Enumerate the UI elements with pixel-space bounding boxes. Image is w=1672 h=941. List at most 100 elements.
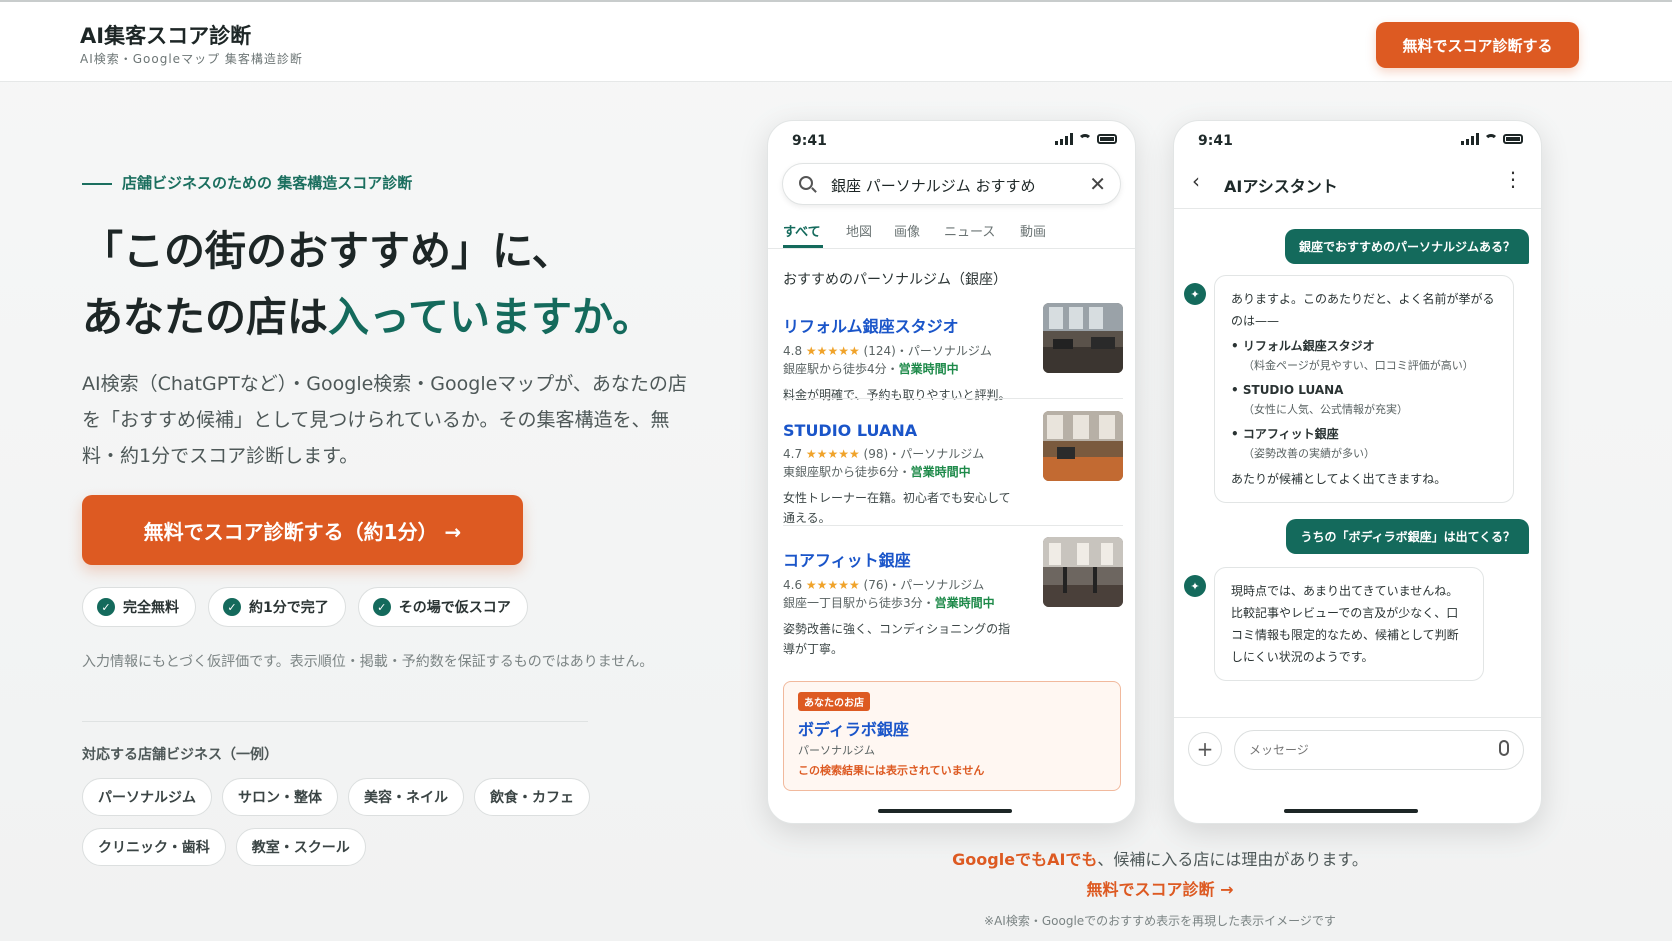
wifi-icon [1484, 134, 1498, 144]
result-category: ・パーソナルジム [888, 578, 985, 592]
check-icon: ✓ [97, 598, 115, 616]
result-rating: 4.8 [783, 344, 803, 358]
home-indicator [878, 809, 1012, 813]
search-result[interactable]: リフォルム銀座スタジオ 4.8 ★★★★★ (124)・パーソナルジム 銀座駅か… [783, 303, 1123, 405]
home-indicator [1284, 809, 1418, 813]
tab-map[interactable]: 地図 [846, 221, 872, 240]
result-access: 東銀座駅から徒歩6分・ [783, 465, 911, 479]
result-category: ・パーソナルジム [895, 344, 992, 358]
hero-lead: AI検索（ChatGPTなど）・Google検索・Googleマップが、あなたの… [82, 373, 687, 467]
business-tag: 美容・ネイル [348, 778, 464, 816]
result-rating: 4.7 [783, 447, 803, 461]
your-shop-card[interactable]: あなたのお店 ボディラボ銀座 パーソナルジム この検索結果には表示されていません [783, 681, 1121, 791]
check-icon: ✓ [223, 598, 241, 616]
result-reviews: (124) [863, 344, 896, 358]
gym-photo [1043, 411, 1123, 481]
signal-icon [1055, 133, 1073, 145]
ai-message: 現時点では、あまり出てきていませんね。比較記事やレビューでの言及が少なく、口コミ… [1214, 567, 1484, 681]
search-result[interactable]: コアフィット銀座 4.6 ★★★★★ (76)・パーソナルジム 銀座一丁目駅から… [783, 537, 1123, 659]
result-hours: 営業時間中 [910, 465, 971, 479]
business-tags: パーソナルジム サロン・整体 美容・ネイル 飲食・カフェ クリニック・歯科 教室… [82, 778, 622, 866]
signal-icon [1461, 133, 1479, 145]
search-phone-mockup: 9:41 銀座 パーソナルジム おすすめ ✕ すべて 地図 画像 ニュース 動画… [767, 120, 1136, 824]
chip-label: 完全無料 [123, 600, 179, 616]
recommended-shop: リフォルム銀座スタジオ [1231, 339, 1375, 353]
search-box[interactable]: 銀座 パーソナルジム おすすめ ✕ [782, 163, 1121, 205]
list-item: リフォルム銀座スタジオ （料金ページが見やすい、口コミ評価が高い） [1231, 336, 1497, 376]
ai-avatar-icon: ✦ [1184, 575, 1206, 597]
search-query[interactable]: 銀座 パーソナルジム おすすめ [831, 175, 1036, 196]
hero-cta-button[interactable]: 無料でスコア診断する（約1分） → [82, 495, 523, 565]
tab-news[interactable]: ニュース [944, 221, 995, 240]
hero-disclaimer: 入力情報にもとづく仮評価です。表示順位・掲載・予約数を保証するものではありません… [82, 654, 654, 670]
result-reviews: (76) [863, 578, 889, 592]
result-access: 銀座一丁目駅から徒歩3分・ [783, 596, 935, 610]
star-rating-icon: ★★★★★ [805, 578, 860, 592]
gym-photo [1043, 537, 1123, 607]
headline-accent: 入っていますか。 [328, 293, 654, 341]
business-tag: 教室・スクール [235, 828, 366, 866]
your-shop-name[interactable]: ボディラボ銀座 [798, 716, 909, 740]
ai-message-intro: ありますよ。このあたりだと、よく名前が挙がるのは—— [1231, 292, 1495, 328]
search-tabs: すべて 地図 画像 ニュース 動画 [768, 213, 1135, 249]
search-result[interactable]: STUDIO LUANA 4.7 ★★★★★ (98)・パーソナルジム 東銀座駅… [783, 411, 1123, 528]
ai-avatar-icon: ✦ [1184, 283, 1206, 305]
ai-message-outro: あたりが候補としてよく出てきますね。 [1231, 472, 1447, 486]
chip-label: その場で仮スコア [398, 600, 511, 616]
result-hours: 営業時間中 [934, 596, 995, 610]
list-item: STUDIO LUANA （女性に人気、公式情報が充実） [1231, 380, 1497, 420]
status-icons [1055, 133, 1117, 145]
result-category: ・パーソナルジム [888, 447, 985, 461]
site-header: AI集客スコア診断 AI検索・Googleマップ 集客構造診断 無料でスコア診断… [0, 0, 1672, 82]
hero-headline: 「この街のおすすめ」に、 あなたの店は入っていますか。 [82, 218, 653, 350]
your-shop-warning: この検索結果には表示されていません [798, 764, 985, 777]
eyebrow-line [82, 182, 112, 185]
caption-emphasis: GoogleでもAIでも [952, 850, 1098, 869]
recommended-note: （女性に人気、公式情報が充実） [1243, 403, 1408, 416]
business-tag: 飲食・カフェ [474, 778, 590, 816]
status-time: 9:41 [792, 133, 827, 149]
back-chevron-icon[interactable]: ‹ [1192, 169, 1200, 193]
chip-instant-score: ✓ その場で仮スコア [357, 587, 528, 627]
wifi-icon [1078, 134, 1092, 144]
chat-input-bar: + [1174, 717, 1541, 783]
message-input[interactable] [1234, 730, 1524, 770]
mockup-caption: GoogleでもAIでも、候補に入る店には理由があります。 [920, 846, 1400, 870]
chat-title: AIアシスタント [1224, 177, 1338, 196]
business-tag: クリニック・歯科 [82, 828, 226, 866]
status-time: 9:41 [1198, 133, 1233, 149]
search-icon [799, 176, 813, 190]
caption-note: ※AI検索・Googleでのおすすめ表示を再現した表示イメージです [984, 914, 1336, 928]
result-access: 銀座駅から徒歩4分・ [783, 362, 899, 376]
tab-images[interactable]: 画像 [894, 221, 920, 240]
caption-rest: 、候補に入る店には理由があります。 [1097, 850, 1368, 869]
battery-icon [1503, 134, 1523, 144]
recommended-note: （姿勢改善の実績が多い） [1243, 447, 1375, 460]
header-cta-button[interactable]: 無料でスコア診断する [1376, 22, 1579, 68]
chip-free: ✓ 完全無料 [82, 587, 196, 627]
recommended-shop: STUDIO LUANA [1231, 383, 1343, 397]
divider [82, 721, 588, 722]
battery-icon [1097, 134, 1117, 144]
tab-underline [783, 245, 823, 248]
result-desc: 料金が明確で、予約も取りやすいと評判。 [783, 388, 1011, 402]
headline-line1: 「この街のおすすめ」に、 [82, 227, 573, 275]
business-tag: サロン・整体 [222, 778, 338, 816]
user-message: うちの「ボディラボ銀座」は出てくる？ [1286, 519, 1529, 554]
tab-videos[interactable]: 動画 [1020, 221, 1046, 240]
ai-recommendation-list: リフォルム銀座スタジオ （料金ページが見やすい、口コミ評価が高い） STUDIO … [1231, 336, 1497, 464]
your-shop-category: パーソナルジム [798, 744, 875, 757]
close-icon[interactable]: ✕ [1089, 172, 1106, 196]
user-message: 銀座でおすすめのパーソナルジムある？ [1284, 229, 1529, 264]
tab-all[interactable]: すべて [783, 221, 821, 240]
plus-icon[interactable]: + [1188, 732, 1222, 766]
brand-subtitle: AI検索・Googleマップ 集客構造診断 [80, 52, 303, 66]
more-options-icon[interactable]: ⋮ [1503, 167, 1523, 191]
microphone-icon[interactable] [1499, 740, 1509, 756]
your-shop-badge: あなたのお店 [798, 692, 870, 711]
result-divider [783, 525, 1123, 526]
caption-cta-link[interactable]: 無料でスコア診断 → [920, 876, 1400, 900]
headline-line2-prefix: あなたの店は [82, 293, 328, 341]
brand-title[interactable]: AI集客スコア診断 [80, 20, 251, 50]
hero-eyebrow: 店舗ビジネスのための 集客構造スコア診断 [82, 172, 412, 193]
